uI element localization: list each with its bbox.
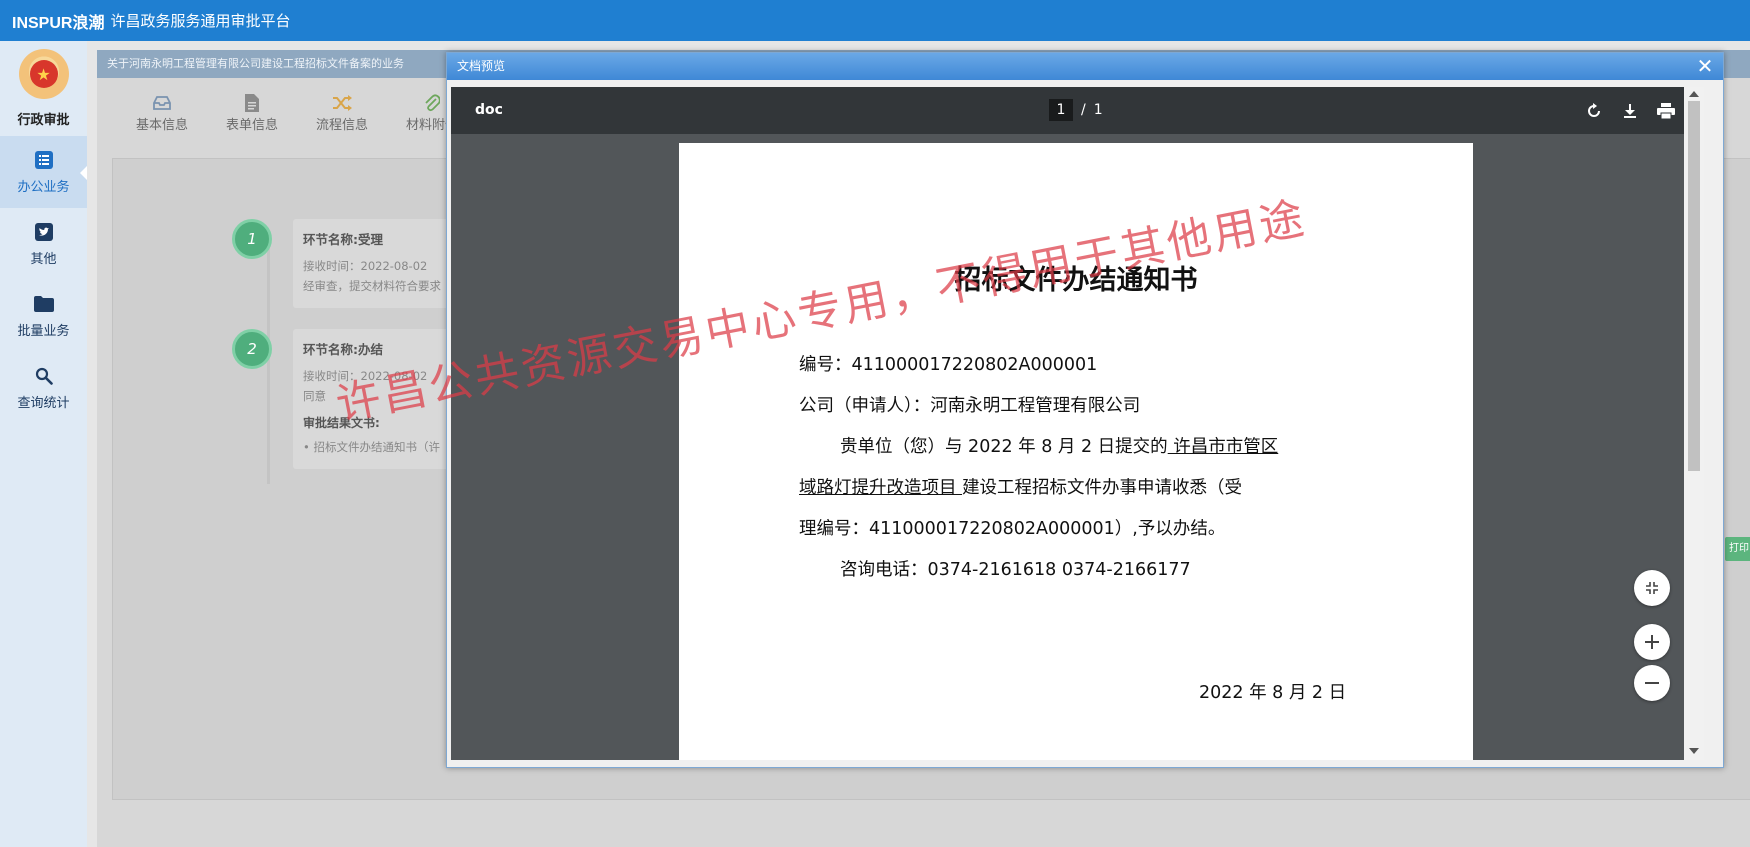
document-number: 编号：411000017220802A000001 [799,355,1098,375]
download-icon[interactable] [1612,99,1648,123]
tab-form-info[interactable]: 表单信息 [207,92,297,133]
step-note: 经审查，提交材料符合要求 [303,279,441,293]
file-name: doc [475,102,503,118]
page-indicator: 1 / 1 [1049,99,1103,121]
folder-icon [33,294,54,314]
fit-page-icon [1646,582,1658,594]
zoom-in-button[interactable] [1634,624,1670,660]
sidebar-item-label: 其他 [30,251,57,267]
document-company: 公司（申请人）：河南永明工程管理有限公司 [799,396,1141,416]
search-icon [34,366,54,386]
sidebar-logo[interactable]: ★ 行政审批 [0,41,87,136]
sidebar: ★ 行政审批 办公业务 其他 批量业务 查询统计 [0,41,87,847]
emblem-icon: ★ [18,49,69,99]
step-number: 1 [232,219,272,259]
close-icon[interactable]: ✕ [1695,56,1715,76]
print-icon[interactable] [1648,99,1684,123]
sidebar-item-batch[interactable]: 批量业务 [0,280,87,352]
pdf-viewer: doc 1 / 1 招标文件办结通知书 编号：411000017220802A0… [451,87,1704,760]
top-bar: INSPUR浪潮 许昌政务服务通用审批平台 [0,0,1750,41]
plus-icon [1645,635,1659,649]
document-body-line-3: 理编号：411000017220802A000001）,予以办结。 [799,519,1226,539]
document-body-line-1: 贵单位（您）与 2022 年 8 月 2 日提交的 许昌市市管区 [840,437,1279,457]
modal-header: 文档预览 ✕ [447,53,1723,80]
inbox-icon [117,92,207,114]
zoom-out-button[interactable] [1634,665,1670,701]
step-name: 环节名称:受理 [303,232,383,247]
page-number-input[interactable]: 1 [1049,99,1073,121]
file-icon [207,92,297,114]
viewer-scrollbar[interactable] [1684,87,1704,760]
sidebar-item-other[interactable]: 其他 [0,208,87,280]
document-date: 2022 年 8 月 2 日 [1199,683,1347,703]
result-doc-link[interactable]: • 招标文件办结通知书（许 [303,439,453,455]
print-side-button[interactable]: 打印 [1725,537,1750,561]
brand-logo: INSPUR浪潮 [12,14,105,32]
fit-page-button[interactable] [1634,570,1670,606]
toolbar-actions [1576,99,1684,123]
scroll-down-icon[interactable] [1689,748,1699,754]
step-card: 环节名称:受理 接收时间：2022-08-02 经审查，提交材料符合要求 [293,219,463,308]
scrollbar-thumb[interactable] [1688,101,1700,471]
rotate-icon[interactable] [1576,99,1612,123]
sidebar-item-query[interactable]: 查询统计 [0,352,87,424]
sidebar-item-office[interactable]: 办公业务 [0,136,87,208]
tab-basic-info[interactable]: 基本信息 [117,92,207,133]
sidebar-item-label: 办公业务 [17,179,70,195]
viewer-toolbar: doc 1 / 1 [451,87,1704,134]
logo-label: 行政审批 [17,113,70,128]
app-title: 许昌政务服务通用审批平台 [110,12,291,30]
scroll-up-icon[interactable] [1689,91,1699,97]
list-icon [34,150,54,170]
step-time: 接收时间：2022-08-02 [303,259,428,273]
document-phone: 咨询电话：0374-2161618 0374-2166177 [840,560,1191,580]
document-preview-modal: 文档预览 ✕ doc 1 / 1 招标文件办结通知书 编号：4110000172… [446,52,1724,768]
modal-title: 文档预览 [457,59,506,73]
shuffle-icon [297,92,387,114]
tab-flow-info[interactable]: 流程信息 [297,92,387,133]
sidebar-item-label: 批量业务 [17,323,70,339]
business-tabs: 基本信息 表单信息 流程信息 材料附件 [117,92,477,133]
minus-icon [1645,682,1659,684]
page-separator: / [1081,102,1086,118]
page-total: 1 [1093,102,1103,118]
document-body-line-2: 域路灯提升改造项目 建设工程招标文件办事申请收悉（受 [799,478,1243,498]
twitter-icon [34,222,54,242]
sidebar-item-label: 查询统计 [17,395,70,411]
step-number: 2 [232,329,272,369]
